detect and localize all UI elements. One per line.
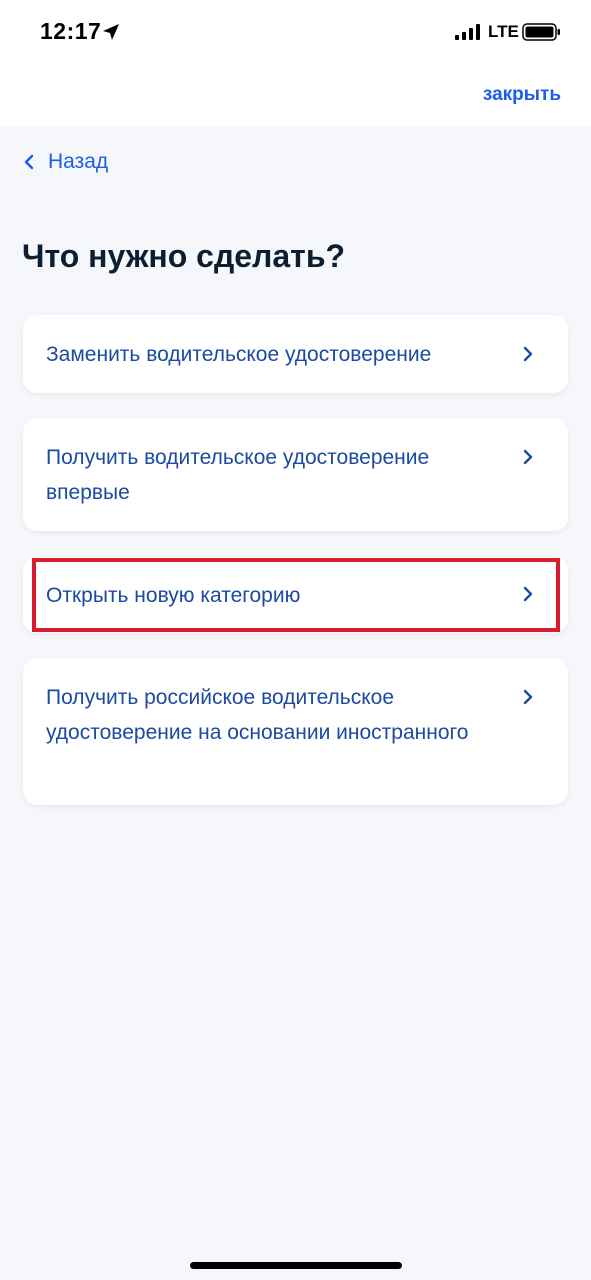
network-type-label: LTE (488, 22, 519, 41)
back-button[interactable]: Назад (22, 150, 108, 174)
chevron-right-icon (523, 346, 533, 362)
cellular-signal-icon (455, 24, 480, 40)
battery-icon (522, 23, 560, 41)
top-nav-bar: закрыть (0, 66, 591, 126)
option-label: Получить водительское удостоверение впер… (46, 446, 430, 504)
home-indicator (190, 1262, 402, 1269)
option-label: Получить российское водительское удостов… (46, 686, 469, 744)
chevron-left-icon (24, 154, 34, 170)
back-label: Назад (48, 150, 109, 173)
location-arrow-icon (103, 24, 119, 40)
option-open-new-category[interactable]: Открыть новую категорию (23, 557, 568, 633)
status-time: 12:17 (40, 18, 102, 44)
option-get-license-first-time[interactable]: Получить водительское удостоверение впер… (23, 418, 568, 531)
option-label: Открыть новую категорию (46, 584, 301, 607)
screen: 12:17 LTE закрыть Назад Что нужно сделат… (0, 0, 591, 1280)
option-get-russian-license-from-foreign[interactable]: Получить российское водительское удостов… (23, 658, 568, 805)
page-title: Что нужно сделать? (22, 238, 346, 274)
chevron-right-icon (523, 449, 533, 465)
status-bar: 12:17 LTE (0, 0, 591, 66)
option-replace-license[interactable]: Заменить водительское удостоверение (23, 315, 568, 393)
close-button[interactable]: закрыть (483, 84, 561, 106)
option-label: Заменить водительское удостоверение (46, 343, 432, 366)
chevron-right-icon (523, 586, 533, 602)
chevron-right-icon (523, 689, 533, 705)
